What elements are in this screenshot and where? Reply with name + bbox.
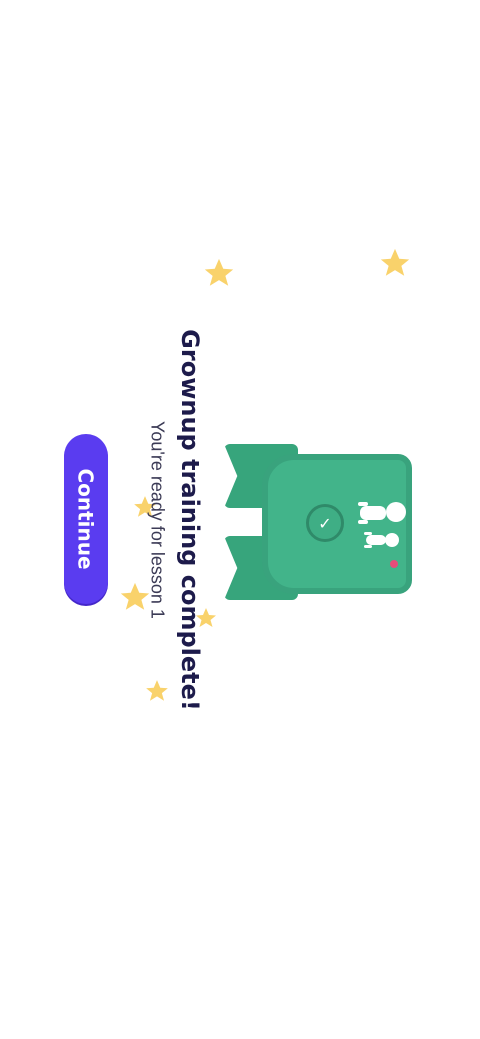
continue-button[interactable]: Continue: [64, 434, 108, 604]
completion-title: Grownup training complete!: [176, 329, 204, 711]
star-icon: [380, 248, 410, 276]
grownup-and-child-icon: [358, 502, 406, 548]
star-icon: [146, 680, 168, 701]
completion-subtitle: You're ready for lesson 1: [147, 421, 168, 619]
continue-button-label: Continue: [74, 468, 98, 570]
notification-dot: [390, 560, 398, 568]
star-icon: [204, 258, 234, 286]
badge-shield: ✓: [262, 454, 412, 594]
check-icon: ✓: [306, 504, 344, 542]
completion-badge: ✓: [224, 444, 414, 604]
